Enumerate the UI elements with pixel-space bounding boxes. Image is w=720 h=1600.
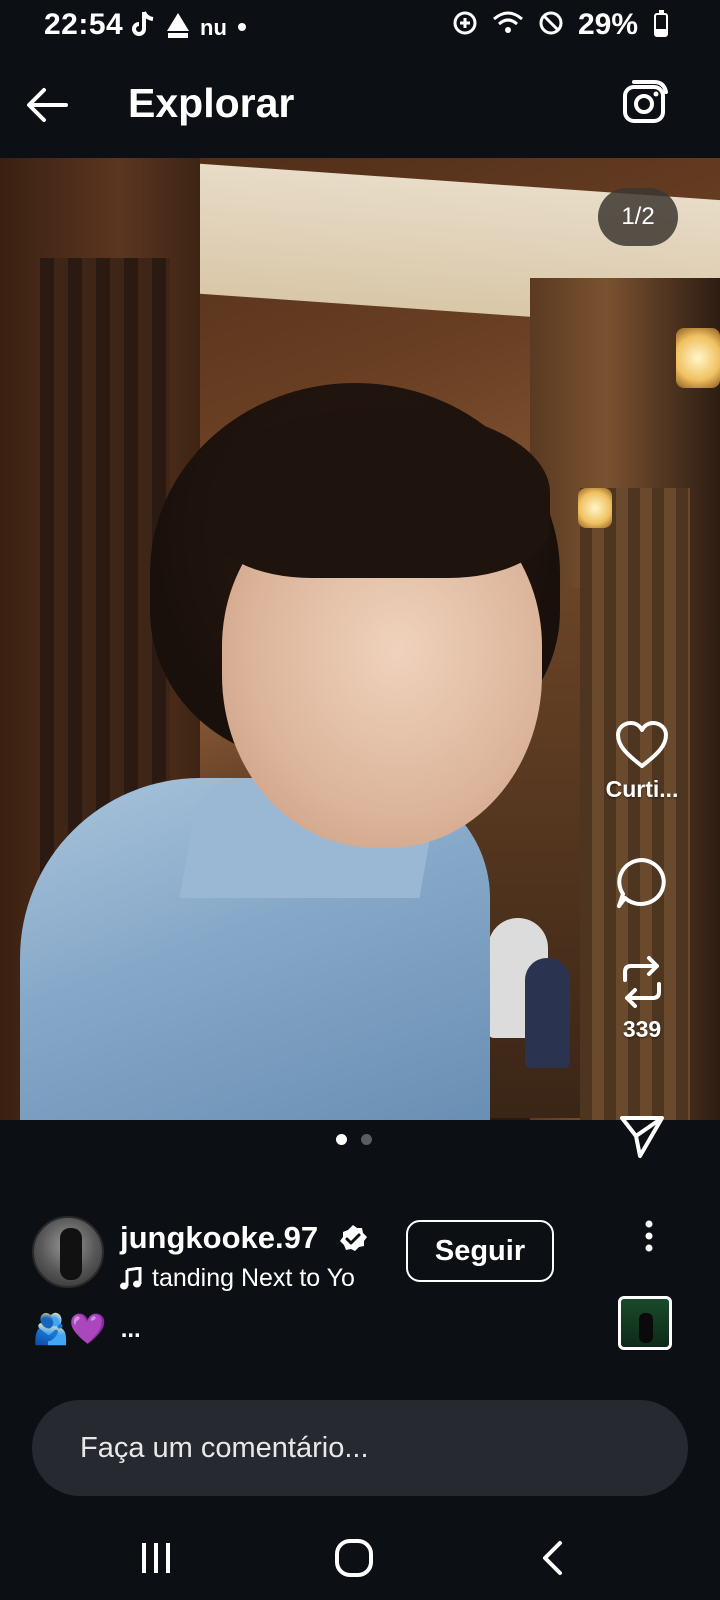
media-counter: 1/2 <box>598 188 678 246</box>
username[interactable]: jungkooke.97 <box>120 1220 318 1256</box>
system-nav-bar <box>0 1510 720 1600</box>
back-button[interactable] <box>22 80 72 130</box>
heart-icon <box>616 721 668 768</box>
follow-button[interactable]: Seguir <box>406 1220 554 1282</box>
dot-icon <box>237 19 247 37</box>
comment-input[interactable] <box>80 1400 640 1496</box>
home-icon <box>335 1539 373 1577</box>
comment-icon <box>617 858 666 908</box>
arrow-left-icon <box>27 88 68 122</box>
camera-icon <box>623 80 668 123</box>
recent-apps-button[interactable] <box>126 1528 186 1588</box>
nubank-icon: nu <box>200 14 227 40</box>
caption-more[interactable]: ... <box>121 1316 141 1344</box>
warning-icon <box>166 11 190 44</box>
share-button[interactable] <box>592 1112 692 1160</box>
status-bar: 22:54 nu 29% <box>0 0 720 52</box>
comment-button[interactable] <box>592 856 692 910</box>
status-time: 22:54 <box>44 8 124 41</box>
recent-apps-icon <box>142 1543 170 1573</box>
send-icon <box>620 1116 664 1158</box>
repost-button[interactable]: 339 <box>592 954 692 1043</box>
like-label: Curti... <box>605 776 679 802</box>
carousel-dot <box>336 1134 347 1145</box>
photo-background-person <box>525 958 570 1068</box>
repost-icon <box>623 956 661 1008</box>
music-title: tanding Next to Yo <box>152 1264 355 1292</box>
photo-subject-fringe <box>210 408 550 578</box>
post-author: jungkooke.97 tanding Next to Yo Seguir <box>32 1216 688 1296</box>
header: Explorar <box>0 58 720 156</box>
status-left-icons: nu <box>130 10 247 45</box>
wifi-icon <box>492 10 524 41</box>
tiktok-icon <box>130 10 156 45</box>
caption-emojis: 🫂💜 <box>32 1313 107 1346</box>
carousel-dot <box>361 1134 372 1145</box>
repost-count: 339 <box>622 1016 662 1042</box>
camera-button[interactable] <box>620 78 670 128</box>
do-not-disturb-icon <box>538 10 564 41</box>
comment-box <box>32 1400 688 1496</box>
data-saver-icon <box>452 10 478 41</box>
battery-icon <box>654 10 668 37</box>
page-title: Explorar <box>128 80 295 126</box>
more-options-button[interactable] <box>634 1218 664 1258</box>
system-back-button[interactable] <box>522 1528 582 1588</box>
photo-lamp <box>676 328 720 388</box>
verified-badge-icon <box>338 1224 368 1254</box>
back-icon <box>543 1541 562 1575</box>
status-right-icons: 29% <box>452 8 668 42</box>
post-caption[interactable]: 🫂💜 ... <box>32 1312 141 1347</box>
more-vertical-icon <box>645 1220 653 1252</box>
home-button[interactable] <box>324 1528 384 1588</box>
avatar[interactable] <box>32 1216 104 1288</box>
photo-lamp <box>578 488 612 528</box>
music-note-icon <box>120 1266 142 1289</box>
album-art[interactable] <box>618 1296 672 1350</box>
battery-percent: 29% <box>577 8 638 41</box>
carousel-dots <box>336 1134 372 1145</box>
like-button[interactable]: Curti... <box>592 720 692 803</box>
music-info[interactable]: tanding Next to Yo <box>120 1264 355 1293</box>
